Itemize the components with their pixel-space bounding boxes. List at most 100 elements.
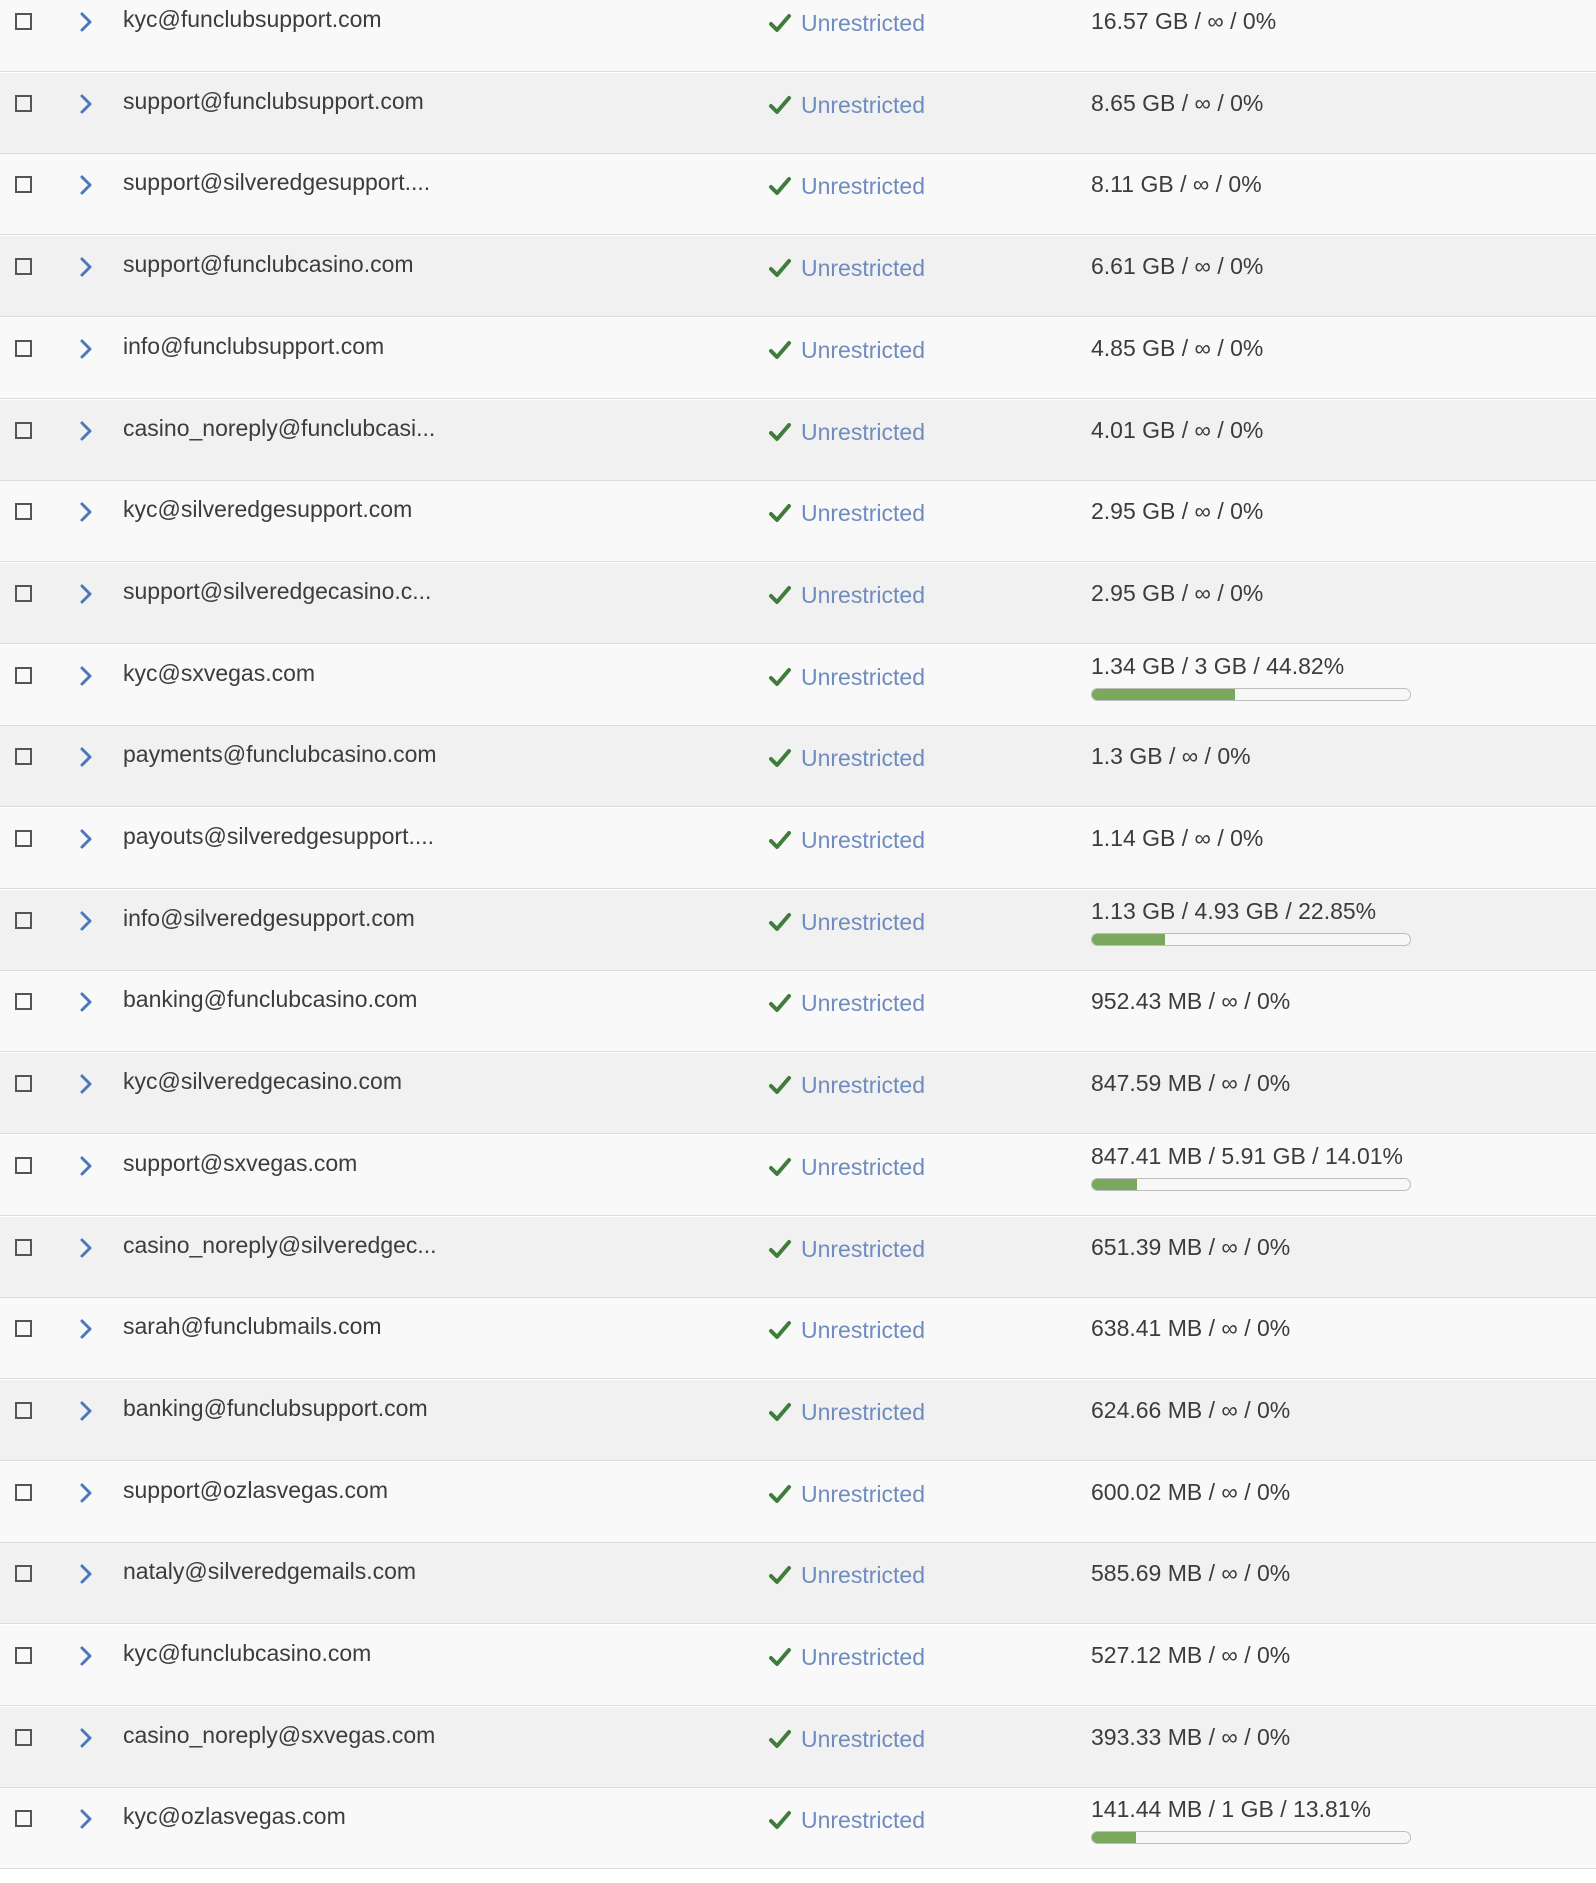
- mailbox-row[interactable]: support@funclubcasino.com Unrestricted 6…: [0, 236, 1596, 317]
- status-label[interactable]: Unrestricted: [801, 10, 925, 37]
- restriction-status[interactable]: Unrestricted: [768, 1070, 925, 1100]
- restriction-status[interactable]: Unrestricted: [768, 1560, 925, 1590]
- mailbox-row[interactable]: casino_noreply@silveredgec... Unrestrict…: [0, 1217, 1596, 1298]
- mailbox-email[interactable]: casino_noreply@silveredgec...: [123, 1232, 437, 1259]
- mailbox-row[interactable]: payouts@silveredgesupport.... Unrestrict…: [0, 808, 1596, 889]
- restriction-status[interactable]: Unrestricted: [768, 498, 925, 528]
- status-label[interactable]: Unrestricted: [801, 500, 925, 527]
- mailbox-row[interactable]: kyc@sxvegas.com Unrestricted 1.34 GB / 3…: [0, 645, 1596, 726]
- status-label[interactable]: Unrestricted: [801, 664, 925, 691]
- mailbox-row[interactable]: banking@funclubsupport.com Unrestricted …: [0, 1380, 1596, 1461]
- chevron-right-icon[interactable]: [74, 419, 98, 443]
- status-label[interactable]: Unrestricted: [801, 1154, 925, 1181]
- status-label[interactable]: Unrestricted: [801, 255, 925, 282]
- mailbox-email[interactable]: kyc@funclubcasino.com: [123, 1640, 371, 1667]
- chevron-right-icon[interactable]: [74, 173, 98, 197]
- mailbox-email[interactable]: sarah@funclubmails.com: [123, 1313, 382, 1340]
- checkbox-icon[interactable]: [15, 1239, 32, 1256]
- mailbox-email[interactable]: support@funclubcasino.com: [123, 251, 414, 278]
- checkbox-icon[interactable]: [15, 912, 32, 929]
- mailbox-email[interactable]: payouts@silveredgesupport....: [123, 823, 434, 850]
- mailbox-email[interactable]: kyc@funclubsupport.com: [123, 6, 382, 33]
- status-label[interactable]: Unrestricted: [801, 909, 925, 936]
- mailbox-row[interactable]: kyc@funclubsupport.com Unrestricted 16.5…: [0, 0, 1596, 72]
- checkbox-icon[interactable]: [15, 1565, 32, 1582]
- checkbox-icon[interactable]: [15, 585, 32, 602]
- mailbox-row[interactable]: info@funclubsupport.com Unrestricted 4.8…: [0, 318, 1596, 399]
- restriction-status[interactable]: Unrestricted: [768, 1479, 925, 1509]
- checkbox-icon[interactable]: [15, 1810, 32, 1827]
- mailbox-email[interactable]: banking@funclubcasino.com: [123, 986, 417, 1013]
- chevron-right-icon[interactable]: [74, 1562, 98, 1586]
- chevron-right-icon[interactable]: [74, 582, 98, 606]
- chevron-right-icon[interactable]: [74, 1644, 98, 1668]
- restriction-status[interactable]: Unrestricted: [768, 335, 925, 365]
- checkbox-icon[interactable]: [15, 422, 32, 439]
- checkbox-icon[interactable]: [15, 503, 32, 520]
- mailbox-email[interactable]: payments@funclubcasino.com: [123, 741, 437, 768]
- mailbox-row[interactable]: kyc@silveredgecasino.com Unrestricted 84…: [0, 1053, 1596, 1134]
- status-label[interactable]: Unrestricted: [801, 1807, 925, 1834]
- chevron-right-icon[interactable]: [74, 10, 98, 34]
- chevron-right-icon[interactable]: [74, 1726, 98, 1750]
- status-label[interactable]: Unrestricted: [801, 173, 925, 200]
- mailbox-email[interactable]: casino_noreply@funclubcasi...: [123, 415, 435, 442]
- restriction-status[interactable]: Unrestricted: [768, 988, 925, 1018]
- checkbox-icon[interactable]: [15, 993, 32, 1010]
- restriction-status[interactable]: Unrestricted: [768, 580, 925, 610]
- mailbox-row[interactable]: banking@funclubcasino.com Unrestricted 9…: [0, 971, 1596, 1052]
- mailbox-row[interactable]: payments@funclubcasino.com Unrestricted …: [0, 726, 1596, 807]
- chevron-right-icon[interactable]: [74, 255, 98, 279]
- mailbox-email[interactable]: banking@funclubsupport.com: [123, 1395, 428, 1422]
- checkbox-icon[interactable]: [15, 1402, 32, 1419]
- restriction-status[interactable]: Unrestricted: [768, 171, 925, 201]
- restriction-status[interactable]: Unrestricted: [768, 1315, 925, 1345]
- mailbox-email[interactable]: kyc@silveredgesupport.com: [123, 496, 412, 523]
- mailbox-row[interactable]: sarah@funclubmails.com Unrestricted 638.…: [0, 1298, 1596, 1379]
- restriction-status[interactable]: Unrestricted: [768, 1724, 925, 1754]
- status-label[interactable]: Unrestricted: [801, 1072, 925, 1099]
- status-label[interactable]: Unrestricted: [801, 1481, 925, 1508]
- restriction-status[interactable]: Unrestricted: [768, 1234, 925, 1264]
- status-label[interactable]: Unrestricted: [801, 1726, 925, 1753]
- chevron-right-icon[interactable]: [74, 92, 98, 116]
- checkbox-icon[interactable]: [15, 1729, 32, 1746]
- checkbox-icon[interactable]: [15, 1320, 32, 1337]
- restriction-status[interactable]: Unrestricted: [768, 8, 925, 38]
- restriction-status[interactable]: Unrestricted: [768, 743, 925, 773]
- chevron-right-icon[interactable]: [74, 1807, 98, 1831]
- checkbox-icon[interactable]: [15, 1484, 32, 1501]
- status-label[interactable]: Unrestricted: [801, 582, 925, 609]
- mailbox-row[interactable]: kyc@funclubcasino.com Unrestricted 527.1…: [0, 1625, 1596, 1706]
- mailbox-email[interactable]: kyc@sxvegas.com: [123, 660, 315, 687]
- mailbox-row[interactable]: kyc@ozlasvegas.com Unrestricted 141.44 M…: [0, 1788, 1596, 1869]
- mailbox-email[interactable]: support@funclubsupport.com: [123, 88, 424, 115]
- mailbox-row[interactable]: support@funclubsupport.com Unrestricted …: [0, 73, 1596, 154]
- restriction-status[interactable]: Unrestricted: [768, 90, 925, 120]
- chevron-right-icon[interactable]: [74, 1236, 98, 1260]
- mailbox-row[interactable]: support@ozlasvegas.com Unrestricted 600.…: [0, 1462, 1596, 1543]
- mailbox-email[interactable]: support@silveredgecasino.c...: [123, 578, 431, 605]
- chevron-right-icon[interactable]: [74, 827, 98, 851]
- mailbox-row[interactable]: casino_noreply@sxvegas.com Unrestricted …: [0, 1707, 1596, 1788]
- checkbox-icon[interactable]: [15, 667, 32, 684]
- status-label[interactable]: Unrestricted: [801, 745, 925, 772]
- restriction-status[interactable]: Unrestricted: [768, 253, 925, 283]
- status-label[interactable]: Unrestricted: [801, 419, 925, 446]
- chevron-right-icon[interactable]: [74, 337, 98, 361]
- chevron-right-icon[interactable]: [74, 1317, 98, 1341]
- checkbox-icon[interactable]: [15, 1075, 32, 1092]
- mailbox-email[interactable]: info@silveredgesupport.com: [123, 905, 415, 932]
- mailbox-email[interactable]: support@ozlasvegas.com: [123, 1477, 388, 1504]
- mailbox-email[interactable]: support@sxvegas.com: [123, 1150, 357, 1177]
- status-label[interactable]: Unrestricted: [801, 337, 925, 364]
- status-label[interactable]: Unrestricted: [801, 92, 925, 119]
- checkbox-icon[interactable]: [15, 176, 32, 193]
- mailbox-email[interactable]: kyc@ozlasvegas.com: [123, 1803, 346, 1830]
- restriction-status[interactable]: Unrestricted: [768, 1642, 925, 1672]
- mailbox-row[interactable]: support@silveredgecasino.c... Unrestrict…: [0, 563, 1596, 644]
- mailbox-row[interactable]: support@sxvegas.com Unrestricted 847.41 …: [0, 1135, 1596, 1216]
- chevron-right-icon[interactable]: [74, 1481, 98, 1505]
- mailbox-row[interactable]: info@silveredgesupport.com Unrestricted …: [0, 890, 1596, 971]
- mailbox-email[interactable]: support@silveredgesupport....: [123, 169, 430, 196]
